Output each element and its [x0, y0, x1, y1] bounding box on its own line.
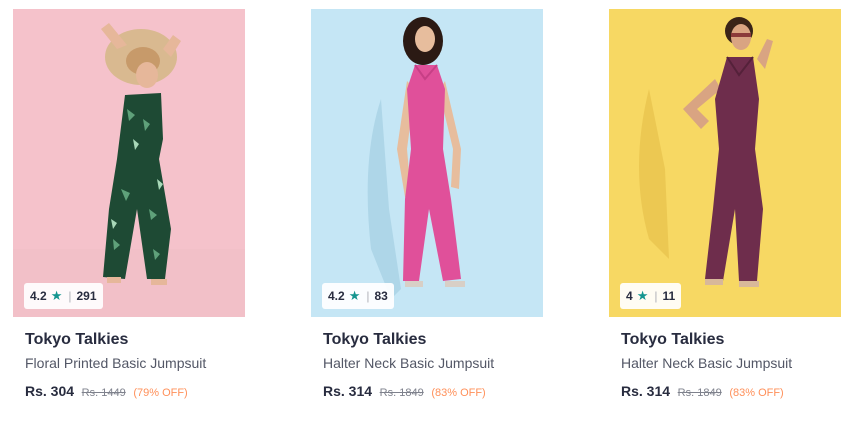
product-price: Rs. 314	[323, 383, 373, 399]
price-row: Rs. 304 Rs. 1449 (79% OFF)	[25, 382, 245, 400]
product-mrp: Rs. 1449	[81, 387, 126, 399]
rating-badge: 4.2 ★ | 83	[322, 283, 394, 309]
product-image[interactable]: 4 ★ | 11	[609, 9, 841, 317]
rating-divider: |	[68, 289, 72, 303]
product-discount: (83% OFF)	[729, 387, 784, 399]
rating-value: 4.2	[328, 289, 345, 303]
product-price: Rs. 304	[25, 383, 75, 399]
product-name[interactable]: Halter Neck Basic Jumpsuit	[621, 354, 841, 372]
star-icon: ★	[348, 288, 361, 303]
product-name[interactable]: Halter Neck Basic Jumpsuit	[323, 354, 543, 372]
product-mrp: Rs. 1849	[379, 387, 424, 399]
rating-count: 83	[374, 289, 388, 303]
product-discount: (79% OFF)	[133, 387, 188, 399]
product-card[interactable]: 4.2 ★ | 291 Tokyo Talkies Floral Printed…	[13, 9, 245, 400]
star-icon: ★	[636, 288, 649, 303]
product-discount: (83% OFF)	[431, 387, 486, 399]
product-image[interactable]: 4.2 ★ | 291	[13, 9, 245, 317]
product-card[interactable]: 4.2 ★ | 83 Tokyo Talkies Halter Neck Bas…	[311, 9, 543, 400]
product-brand[interactable]: Tokyo Talkies	[323, 330, 543, 350]
product-brand[interactable]: Tokyo Talkies	[621, 330, 841, 350]
product-card[interactable]: 4 ★ | 11 Tokyo Talkies Halter Neck Basic…	[609, 9, 841, 400]
model-pink-jumpsuit-photo	[311, 9, 543, 317]
rating-badge: 4 ★ | 11	[620, 283, 682, 309]
model-plum-jumpsuit-photo	[609, 9, 841, 317]
product-name[interactable]: Floral Printed Basic Jumpsuit	[25, 354, 245, 372]
product-brand[interactable]: Tokyo Talkies	[25, 330, 245, 350]
rating-count: 11	[662, 289, 676, 303]
price-row: Rs. 314 Rs. 1849 (83% OFF)	[621, 382, 841, 400]
product-price: Rs. 314	[621, 383, 671, 399]
product-image[interactable]: 4.2 ★ | 83	[311, 9, 543, 317]
product-mrp: Rs. 1849	[677, 387, 722, 399]
rating-value: 4	[626, 289, 633, 303]
rating-badge: 4.2 ★ | 291	[24, 283, 103, 309]
rating-count: 291	[76, 289, 97, 303]
rating-divider: |	[654, 289, 658, 303]
price-row: Rs. 314 Rs. 1849 (83% OFF)	[323, 382, 543, 400]
model-floral-jumpsuit-photo	[13, 9, 245, 317]
rating-divider: |	[366, 289, 370, 303]
rating-value: 4.2	[30, 289, 47, 303]
star-icon: ★	[50, 288, 63, 303]
